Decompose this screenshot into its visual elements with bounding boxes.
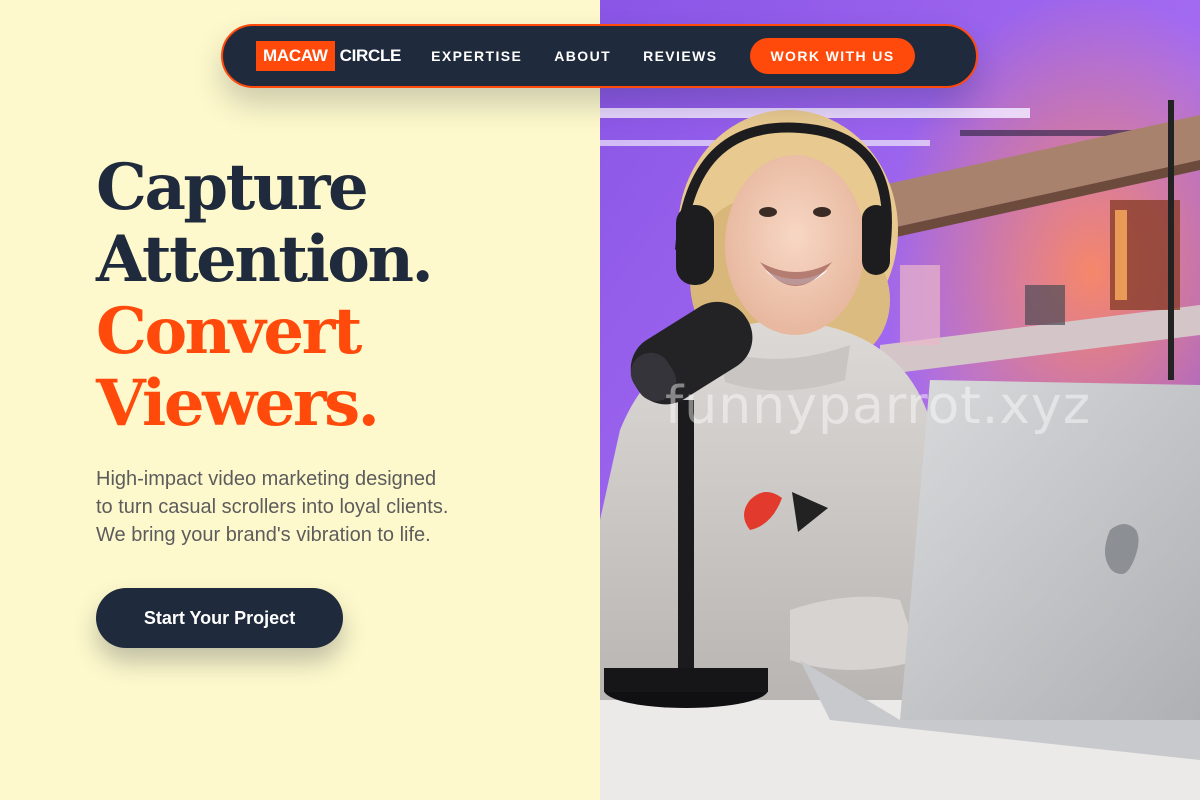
nav-link-expertise[interactable]: EXPERTISE [431, 48, 522, 64]
subtext-line-1: High-impact video marketing designed [96, 468, 437, 490]
hero-headline: Capture Attention. Convert Viewers. [96, 152, 576, 440]
nav-link-reviews[interactable]: REVIEWS [643, 48, 717, 64]
watermark: funnyparrot.xyz [665, 376, 1092, 436]
headline-line-4: Viewers. [96, 366, 380, 441]
subtext-line-2: to turn casual scrollers into loyal clie… [96, 496, 449, 518]
start-project-button[interactable]: Start Your Project [96, 588, 343, 648]
subtext-line-3: We bring your brand's vibration to life. [96, 524, 431, 546]
work-with-us-button[interactable]: WORK WITH US [750, 38, 915, 74]
nav-link-about[interactable]: ABOUT [554, 48, 611, 64]
headline-line-1: Capture [96, 150, 369, 225]
logo[interactable]: MACAW CIRCLE [256, 41, 401, 71]
top-navbar: MACAW CIRCLE EXPERTISE ABOUT REVIEWS WOR… [221, 24, 978, 88]
logo-wordmark: CIRCLE [339, 46, 402, 65]
hero-subtext: High-impact video marketing designed to … [96, 465, 526, 549]
headline-line-2: Attention. [96, 222, 434, 297]
headline-line-3: Convert [96, 294, 362, 369]
logo-mark: MACAW [256, 41, 335, 71]
